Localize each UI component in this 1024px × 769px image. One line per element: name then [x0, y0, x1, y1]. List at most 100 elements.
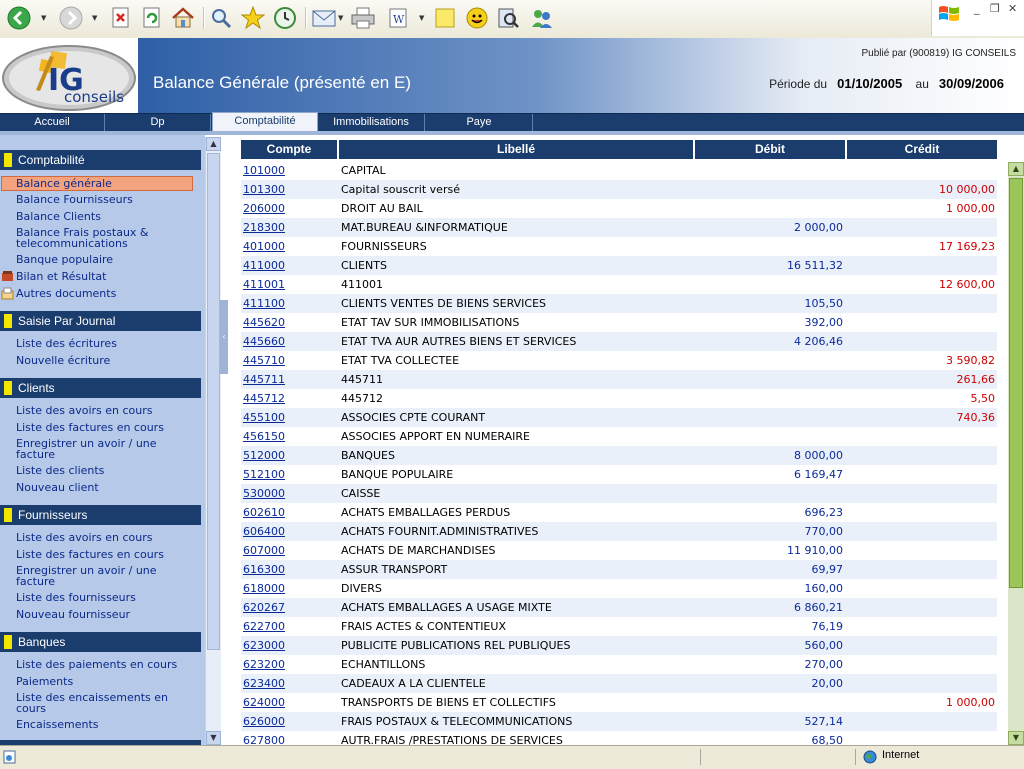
mail-icon[interactable] [311, 5, 337, 31]
close-icon[interactable]: ✕ [1008, 2, 1017, 15]
sidebar-item-balance-fournisseurs[interactable]: Balance Fournisseurs [16, 194, 196, 205]
account-link[interactable]: 512100 [243, 465, 338, 484]
main-scrollbar[interactable]: ▲ ▼ [1008, 162, 1024, 745]
sidebar-item-balance-frais-postaux[interactable]: Balance Frais postaux & telecommunicatio… [16, 227, 196, 249]
sidebar-item-banque-populaire[interactable]: Banque populaire [16, 254, 196, 265]
main-scroll-thumb[interactable] [1009, 178, 1023, 588]
column-header-credit[interactable]: Crédit [847, 140, 997, 159]
edit-icon[interactable]: W [386, 5, 412, 31]
sidebar-item-liste-paiements[interactable]: Liste des paiements en cours [16, 659, 196, 670]
sidebar-collapse-handle[interactable]: ‹ [220, 300, 228, 374]
forward-dropdown-icon[interactable]: ▼ [92, 14, 97, 22]
stop-icon[interactable] [108, 5, 134, 31]
account-link[interactable]: 623200 [243, 655, 338, 674]
account-link[interactable]: 618000 [243, 579, 338, 598]
sidebar-item-liste-encaissements[interactable]: Liste des encaissements en cours [16, 692, 196, 714]
account-link[interactable]: 445710 [243, 351, 338, 370]
table-row: 411001 411001 12 600,00 [241, 275, 997, 294]
messenger-icon[interactable] [464, 5, 490, 31]
account-link[interactable]: 624000 [243, 693, 338, 712]
account-link[interactable]: 530000 [243, 484, 338, 503]
account-link[interactable]: 626000 [243, 712, 338, 731]
minimize-icon[interactable]: _ [974, 2, 980, 15]
account-link[interactable]: 445711 [243, 370, 338, 389]
sidebar-item-liste-ecritures[interactable]: Liste des écritures [16, 338, 196, 349]
debit-value [695, 427, 843, 446]
column-header-debit[interactable]: Débit [695, 140, 845, 159]
account-link[interactable]: 445712 [243, 389, 338, 408]
logo[interactable]: IG conseils [0, 38, 138, 113]
mail-dropdown-icon[interactable]: ▼ [338, 14, 343, 22]
scroll-up-icon[interactable]: ▲ [1008, 162, 1024, 176]
tab-immobilisations[interactable]: Immobilisations [318, 114, 425, 132]
account-link[interactable]: 445620 [243, 313, 338, 332]
discuss-icon[interactable] [432, 5, 458, 31]
account-link[interactable]: 218300 [243, 218, 338, 237]
sidebar-item-nouveau-fournisseur[interactable]: Nouveau fournisseur [16, 609, 196, 620]
home-icon[interactable] [170, 5, 196, 31]
sidebar-item-liste-fournisseurs[interactable]: Liste des fournisseurs [16, 592, 196, 603]
credit-value [847, 256, 995, 275]
sidebar-item-clients-avoirs[interactable]: Liste des avoirs en cours [16, 405, 196, 416]
print-icon[interactable] [350, 5, 376, 31]
sidebar-item-balance-generale[interactable]: Balance générale [1, 176, 193, 191]
account-link[interactable]: 456150 [243, 427, 338, 446]
account-link[interactable]: 627800 [243, 731, 338, 745]
tab-comptabilite[interactable]: Comptabilité [212, 112, 318, 133]
sidebar-item-balance-clients[interactable]: Balance Clients [16, 211, 196, 222]
edit-dropdown-icon[interactable]: ▼ [419, 14, 424, 22]
sidebar-scroll-thumb[interactable] [207, 153, 220, 650]
tab-paye[interactable]: Paye [426, 114, 533, 132]
account-link[interactable]: 206000 [243, 199, 338, 218]
account-link[interactable]: 455100 [243, 408, 338, 427]
scroll-down-icon[interactable]: ▼ [1008, 731, 1024, 745]
table-row: 626000 FRAIS POSTAUX & TELECOMMUNICATIONS… [241, 712, 997, 731]
account-link[interactable]: 411001 [243, 275, 338, 294]
column-header-compte[interactable]: Compte [241, 140, 337, 159]
restore-icon[interactable]: ❐ [990, 2, 1000, 15]
sidebar-item-bilan-resultat[interactable]: Bilan et Résultat [16, 271, 196, 282]
account-link[interactable]: 411100 [243, 294, 338, 313]
account-link[interactable]: 101300 [243, 180, 338, 199]
scroll-down-icon[interactable]: ▼ [206, 731, 221, 745]
refresh-icon[interactable] [139, 5, 165, 31]
research-icon[interactable] [495, 5, 521, 31]
column-header-libelle[interactable]: Libellé [339, 140, 693, 159]
account-link[interactable]: 623000 [243, 636, 338, 655]
back-icon[interactable] [6, 5, 32, 31]
history-icon[interactable] [272, 5, 298, 31]
contacts-icon[interactable] [529, 5, 555, 31]
search-icon[interactable] [208, 5, 234, 31]
account-link[interactable]: 623400 [243, 674, 338, 693]
sidebar-item-paiements[interactable]: Paiements [16, 676, 196, 687]
credit-value: 3 590,82 [946, 354, 995, 367]
account-link[interactable]: 401000 [243, 237, 338, 256]
account-link[interactable]: 602610 [243, 503, 338, 522]
account-link[interactable]: 606400 [243, 522, 338, 541]
sidebar-item-nouvelle-ecriture[interactable]: Nouvelle écriture [16, 355, 196, 366]
back-dropdown-icon[interactable]: ▼ [41, 14, 46, 22]
sidebar-item-nouveau-client[interactable]: Nouveau client [16, 482, 196, 493]
sidebar-scrollbar[interactable]: ▲ ▼ [205, 137, 221, 745]
account-link[interactable]: 101000 [243, 161, 338, 180]
sidebar-item-clients-factures[interactable]: Liste des factures en cours [16, 422, 196, 433]
sidebar-item-liste-clients[interactable]: Liste des clients [16, 465, 196, 476]
account-link[interactable]: 607000 [243, 541, 338, 560]
sidebar-item-fournisseurs-enregistrer[interactable]: Enregistrer un avoir / une facture [16, 565, 196, 587]
favorites-icon[interactable] [240, 5, 266, 31]
sidebar-item-fournisseurs-factures[interactable]: Liste des factures en cours [16, 549, 196, 560]
forward-icon[interactable] [58, 5, 84, 31]
account-link[interactable]: 616300 [243, 560, 338, 579]
sidebar-item-autres-documents[interactable]: Autres documents [16, 288, 196, 299]
account-link[interactable]: 411000 [243, 256, 338, 275]
sidebar-item-encaissements[interactable]: Encaissements [16, 719, 196, 730]
account-link[interactable]: 512000 [243, 446, 338, 465]
scroll-up-icon[interactable]: ▲ [206, 137, 221, 151]
account-link[interactable]: 622700 [243, 617, 338, 636]
account-link[interactable]: 445660 [243, 332, 338, 351]
sidebar-item-fournisseurs-avoirs[interactable]: Liste des avoirs en cours [16, 532, 196, 543]
sidebar-item-clients-enregistrer[interactable]: Enregistrer un avoir / une facture [16, 438, 196, 460]
tab-accueil[interactable]: Accueil [0, 114, 105, 132]
account-link[interactable]: 620267 [243, 598, 338, 617]
tab-dp[interactable]: Dp [105, 114, 211, 132]
